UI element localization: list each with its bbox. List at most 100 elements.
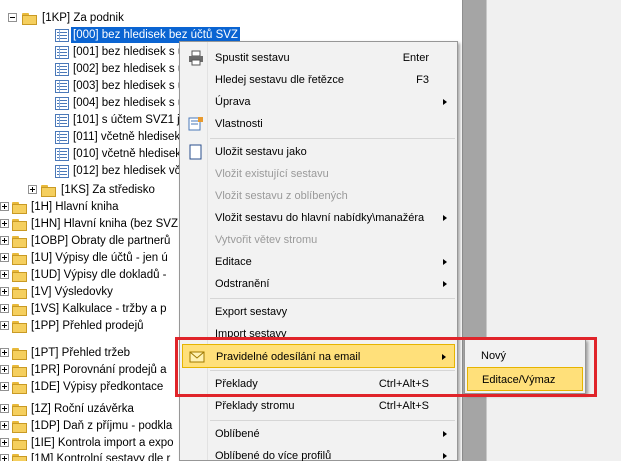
expand-icon[interactable]	[0, 404, 9, 413]
menu-item-label: Vytvořit větev stromu	[215, 234, 318, 246]
folder-icon	[12, 286, 28, 299]
folder-icon	[12, 453, 28, 461]
tree-item-label: [003] bez hledisek s ú	[73, 80, 185, 92]
folder-icon	[12, 381, 28, 394]
menu-item-run-report[interactable]: Spustit sestavu Enter	[182, 46, 455, 70]
report-icon	[55, 63, 69, 76]
menu-item-insert-favorite[interactable]: Vložit sestavu z oblíbených	[182, 184, 455, 208]
expand-icon[interactable]	[0, 253, 9, 262]
menu-item-insert-main-menu[interactable]: Vložit sestavu do hlavní nabídky\manažér…	[182, 206, 455, 230]
report-icon	[55, 29, 69, 42]
tree-report-011[interactable]: [011] včetně hledisek	[55, 129, 185, 145]
tree-folder-1pp[interactable]: [1PP] Přehled prodejů	[0, 318, 178, 334]
tree-folder-1ie[interactable]: [1IE] Kontrola import a expo	[0, 435, 178, 451]
expand-icon[interactable]	[0, 236, 9, 245]
menu-item-label: Uložit sestavu jako	[215, 146, 307, 158]
tree-item-label: [1Z] Roční uzávěrka	[31, 403, 134, 415]
expand-icon[interactable]	[0, 365, 9, 374]
tree-item-label: [1IE] Kontrola import a expo	[31, 437, 174, 449]
tree-item-label: [1OBP] Obraty dle partnerů	[31, 235, 171, 247]
tree-folder-1v[interactable]: [1V] Výsledovky	[0, 284, 178, 300]
folder-icon	[12, 437, 28, 450]
tree-folder-1ks[interactable]: [1KS] Za středisko	[28, 182, 188, 198]
tree-report-003[interactable]: [003] bez hledisek s ú	[55, 78, 185, 94]
menu-item-label: Vložit sestavu do hlavní nabídky\manažér…	[215, 212, 425, 224]
tree-item-label: [1M] Kontrolní sestavy dle r	[31, 453, 171, 461]
expand-icon[interactable]	[0, 304, 9, 313]
menu-item-search-report[interactable]: Hledej sestavu dle řetězce F3	[182, 68, 455, 92]
context-menu: Spustit sestavu Enter Hledej sestavu dle…	[179, 41, 458, 461]
tree-item-label: [004] bez hledisek s ú	[73, 97, 185, 109]
report-icon	[55, 131, 69, 144]
tree-folder-1dp[interactable]: [1DP] Daň z příjmu - podkla	[0, 418, 178, 434]
expand-icon[interactable]	[0, 202, 9, 211]
expand-icon[interactable]	[0, 219, 9, 228]
tree-item-label: [1VS] Kalkulace - tržby a p	[31, 303, 167, 315]
menu-item-edit-submenu[interactable]: Úprava	[182, 90, 455, 114]
expand-icon[interactable]	[0, 270, 9, 279]
menu-item-delete-submenu[interactable]: Odstranění	[182, 272, 455, 296]
expand-icon[interactable]	[0, 382, 9, 391]
menu-item-editing-submenu[interactable]: Editace	[182, 250, 455, 274]
menu-item-label: Spustit sestavu	[215, 52, 290, 64]
menu-item-favorites[interactable]: Oblíbené	[182, 422, 455, 446]
folder-icon	[12, 403, 28, 416]
menu-item-insert-existing[interactable]: Vložit existující sestavu	[182, 162, 455, 186]
menu-item-save-as[interactable]: Uložit sestavu jako	[182, 140, 455, 164]
tree-item-label: [1PT] Přehled tržeb	[31, 347, 131, 359]
tree-folder-1de[interactable]: [1DE] Výpisy předkontace	[0, 379, 178, 395]
tree-folder-1ud[interactable]: [1UD] Výpisy dle dokladů -	[0, 267, 178, 283]
submenu-arrow-icon	[443, 453, 447, 459]
expand-icon[interactable]	[0, 421, 9, 430]
menu-item-favorites-multi-profile[interactable]: Oblíbené do více profilů	[182, 444, 455, 461]
tree-item-label: [1U] Výpisy dle účtů - jen ú	[31, 252, 168, 264]
menu-item-tree-translations[interactable]: Překlady stromu Ctrl+Alt+S	[182, 394, 455, 418]
tree-item-label: [1DP] Daň z příjmu - podkla	[31, 420, 173, 432]
expand-icon[interactable]	[0, 438, 9, 447]
submenu-arrow-icon	[443, 215, 447, 221]
tree-report-001[interactable]: [001] bez hledisek s ú	[55, 44, 185, 60]
tree-folder-1u[interactable]: [1U] Výpisy dle účtů - jen ú	[0, 250, 178, 266]
tree-folder-1pr[interactable]: [1PR] Porovnání prodejů a	[0, 362, 178, 378]
tree-folder-1obp[interactable]: [1OBP] Obraty dle partnerů	[0, 233, 178, 249]
tree-item-label: [1HN] Hlavní kniha (bez SVZ	[31, 218, 178, 230]
folder-icon	[12, 201, 28, 214]
tree-item-label: [1PR] Porovnání prodejů a	[31, 364, 167, 376]
tree-item-label: [1V] Výsledovky	[31, 286, 113, 298]
collapse-icon[interactable]	[8, 13, 17, 22]
menu-item-export[interactable]: Export sestavy	[182, 300, 455, 324]
tree-report-002[interactable]: [002] bez hledisek s ú	[55, 61, 185, 77]
tree-report-101[interactable]: [101] s účtem SVZ1 je	[55, 112, 186, 128]
expand-icon[interactable]	[0, 348, 9, 357]
tree-report-012[interactable]: [012] bez hledisek vče	[55, 163, 187, 179]
menu-item-create-branch[interactable]: Vytvořit větev stromu	[182, 228, 455, 252]
tree-folder-1vs[interactable]: [1VS] Kalkulace - tržby a p	[0, 301, 178, 317]
expand-icon[interactable]	[28, 185, 37, 194]
menu-item-shortcut: Ctrl+Alt+S	[378, 400, 429, 412]
tree-folder-1hn[interactable]: [1HN] Hlavní kniha (bez SVZ	[0, 216, 178, 232]
report-icon	[55, 165, 69, 178]
tree-report-010[interactable]: [010] včetně hledisek	[55, 146, 185, 162]
expand-icon[interactable]	[0, 287, 9, 296]
menu-item-label: Úprava	[215, 96, 251, 108]
tree-item-label: [001] bez hledisek s ú	[73, 46, 185, 58]
tree-folder-1m[interactable]: [1M] Kontrolní sestavy dle r	[0, 451, 178, 461]
tree-item-label: [1UD] Výpisy dle dokladů -	[31, 269, 167, 281]
report-icon	[55, 80, 69, 93]
tree-folder-1kp[interactable]: [1KP] Za podnik	[8, 10, 238, 26]
tree-folder-1pt[interactable]: [1PT] Přehled tržeb	[0, 345, 178, 361]
tree-item-label: [002] bez hledisek s ú	[73, 63, 185, 75]
tree-folder-1h[interactable]: [1H] Hlavní kniha	[0, 199, 178, 215]
submenu-arrow-icon	[443, 431, 447, 437]
folder-icon	[12, 218, 28, 231]
menu-item-label: Vložit sestavu z oblíbených	[215, 190, 348, 202]
menu-item-properties[interactable]: Vlastnosti	[182, 112, 455, 136]
folder-open-icon	[22, 12, 38, 25]
tree-item-label: [1DE] Výpisy předkontace	[31, 381, 164, 393]
menu-separator	[210, 420, 455, 421]
folder-icon	[12, 347, 28, 360]
expand-icon[interactable]	[0, 321, 9, 330]
tree-report-004[interactable]: [004] bez hledisek s ú	[55, 95, 185, 111]
expand-icon[interactable]	[0, 454, 9, 461]
tree-folder-1z[interactable]: [1Z] Roční uzávěrka	[0, 401, 178, 417]
